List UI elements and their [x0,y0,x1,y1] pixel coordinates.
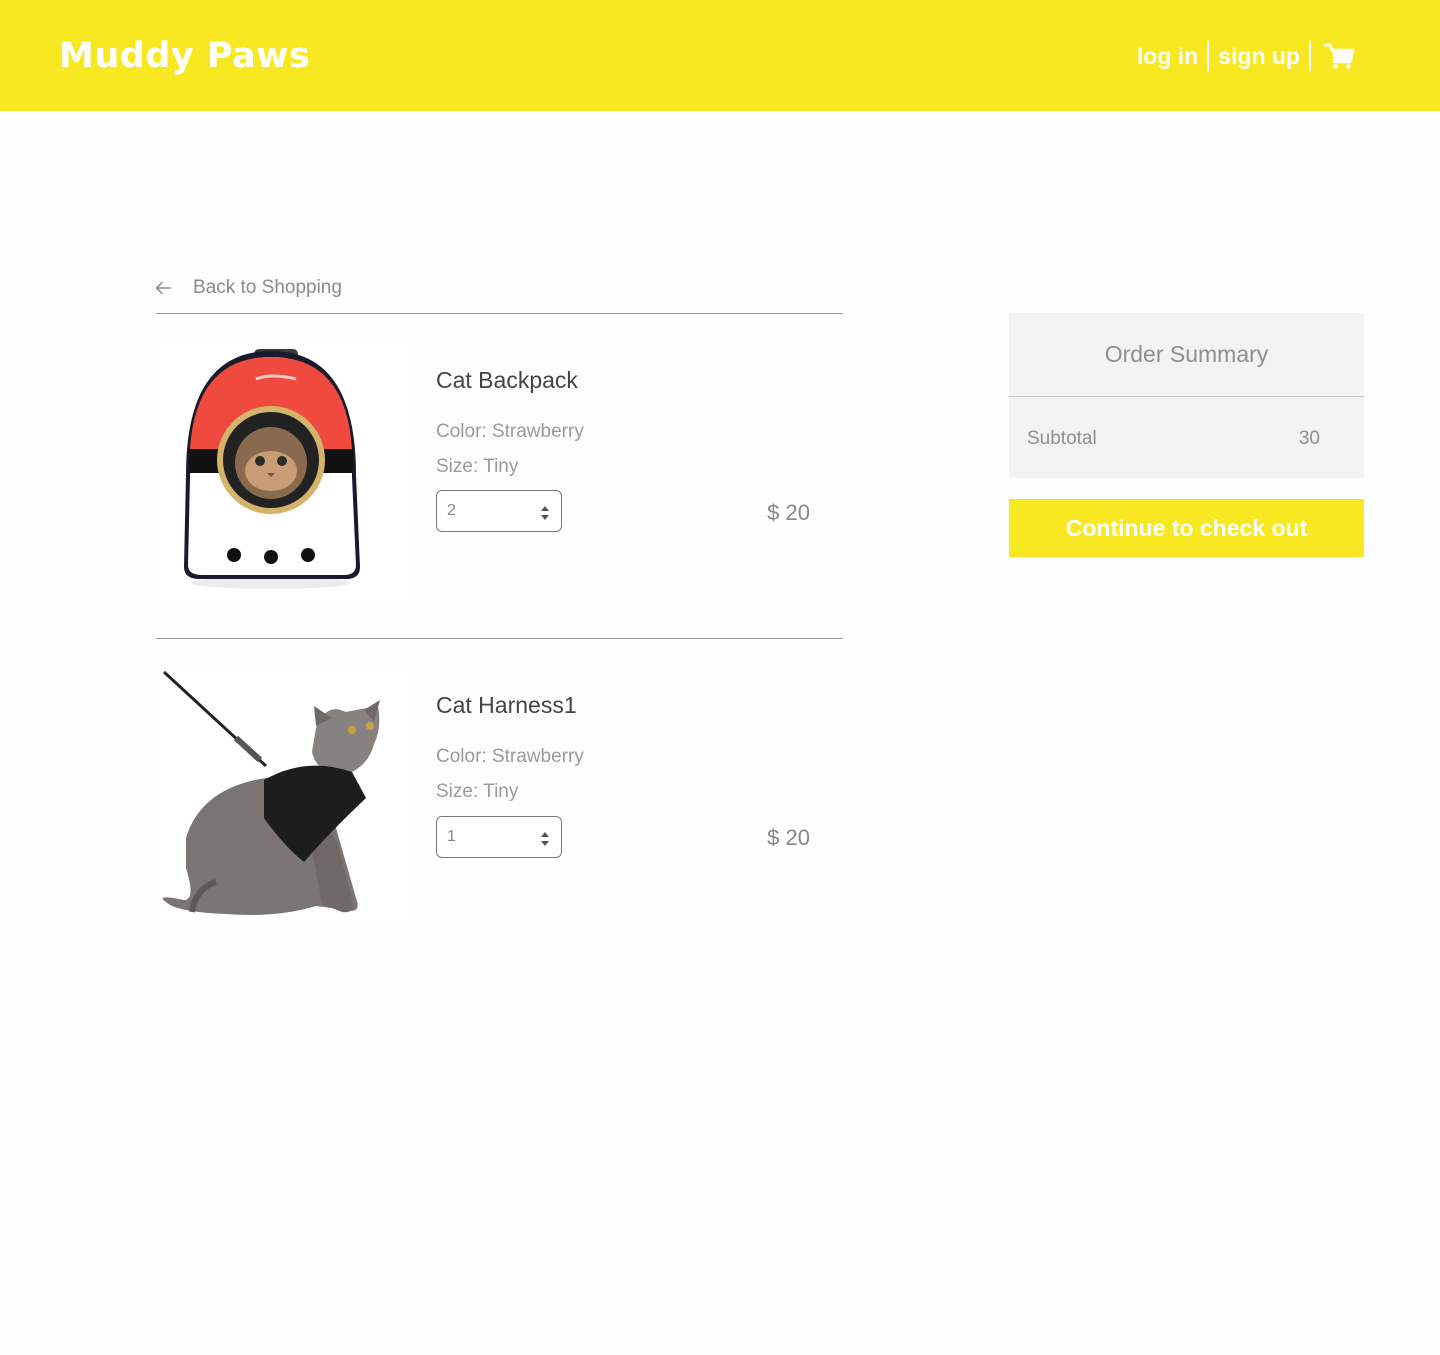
subtotal-label: Subtotal [1027,428,1097,449]
item-color: Color: Strawberry [436,421,584,442]
quantity-value: 2 [447,502,456,519]
quantity-select[interactable]: 2 [436,490,562,532]
brand-logo[interactable]: Muddy Paws [59,36,310,76]
checkout-button[interactable]: Continue to check out [1009,499,1364,557]
signup-link[interactable]: sign up [1218,43,1300,70]
sort-arrows-icon [541,506,549,520]
back-to-shopping-label: Back to Shopping [193,277,342,298]
item-size: Size: Tiny [436,456,519,477]
cart-divider [156,313,843,314]
cat-harness-image [156,668,414,922]
quantity-value: 1 [447,828,456,845]
site-header: Muddy Paws log in sign up [0,0,1440,111]
quantity-select[interactable]: 1 [436,816,562,858]
item-color: Color: Strawberry [436,746,584,767]
header-nav: log in sign up [1137,40,1354,72]
cart-icon[interactable] [1324,41,1354,71]
order-summary-title: Order Summary [1104,341,1269,367]
item-price: $ 20 [767,825,810,850]
item-price: $ 20 [767,500,810,525]
nav-divider [1207,41,1210,71]
nav-divider [1309,41,1311,71]
cart-item: Cat Harness1 Color: Strawberry Size: Tin… [156,668,843,928]
order-summary: Order Summary Subtotal 30 [1009,313,1364,478]
back-to-shopping-link[interactable]: Back to Shopping [155,277,342,299]
login-link[interactable]: log in [1137,43,1198,70]
subtotal-value: 30 [1298,428,1320,449]
cart-divider [156,638,843,639]
sort-arrows-icon [541,832,549,846]
arrow-left-icon [155,281,171,295]
item-name[interactable]: Cat Harness1 [436,692,577,719]
summary-divider [1009,396,1364,397]
item-name[interactable]: Cat Backpack [436,367,578,394]
cat-backpack-image [156,345,414,599]
cart-item: Cat Backpack Color: Strawberry Size: Tin… [156,345,843,605]
item-size: Size: Tiny [436,781,519,802]
